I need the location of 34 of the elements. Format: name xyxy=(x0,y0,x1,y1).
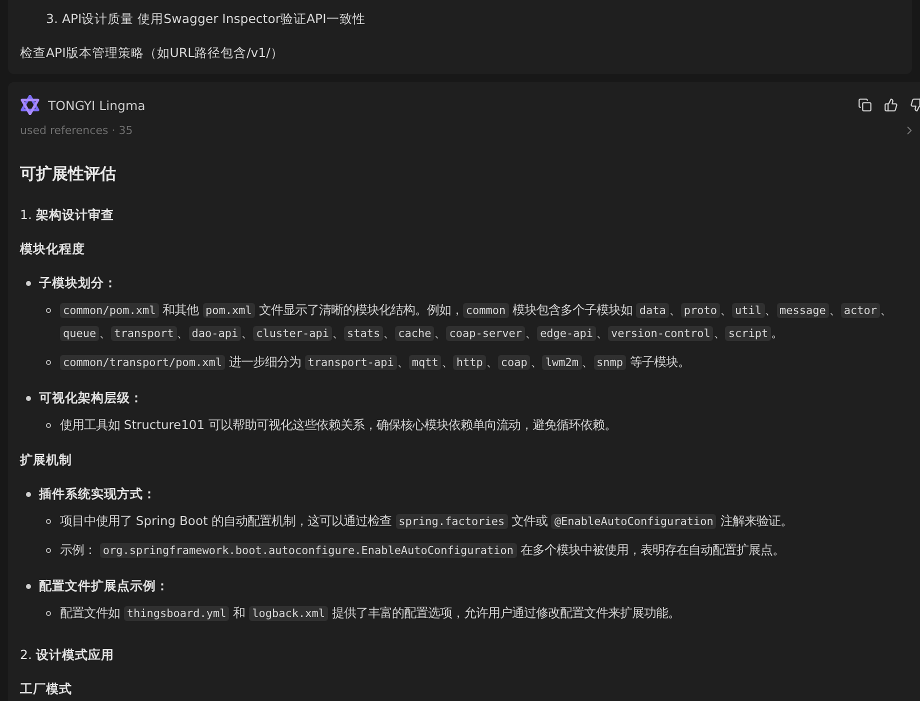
numbered-heading: 1. 架构设计审查 xyxy=(20,206,115,224)
author-name: TONGYI Lingma xyxy=(48,98,146,112)
bullet-icon xyxy=(26,396,31,400)
thumbs-up-button[interactable] xyxy=(882,96,900,114)
list-paragraph: 配置文件如 thingsboard.yml 和 logback.xml 提供了丰富的配置选项，允许用户通过修改配置文件来扩展功能。 xyxy=(60,605,681,623)
list-paragraph: 项目中使用了 Spring Boot 的自动配置机制，这可以通过检查 spring.factories 文件或 @EnableAutoConfiguration 注解来验证。 xyxy=(60,513,794,531)
copy-button[interactable] xyxy=(856,96,874,114)
section-heading: 可扩展性评估 xyxy=(20,163,117,185)
paragraph: 检查API版本管理策略（如URL路径包含/v1/） xyxy=(20,44,284,62)
subheading: 模块化程度 xyxy=(20,240,86,258)
numbered-heading: 2. 设计模式应用 xyxy=(20,646,115,664)
bullet-label: 插件系统实现方式： xyxy=(39,485,156,503)
circle-bullet-icon xyxy=(46,548,51,552)
bullet-icon xyxy=(26,280,31,286)
bullet-label: 可视化架构层级： xyxy=(39,389,143,407)
bullet-label: 子模块划分： xyxy=(39,274,117,292)
list-paragraph: 使用工具如 Structure101 可以帮助可视化这些依赖关系，确保核心模块依赖单向流动，避免循环依赖。 xyxy=(60,417,618,434)
list-paragraph: common/transport/pom.xml 进一步细分为 transport-api 、 mqtt 、 http 、 coap 、 lwm2m 、 snmp 等子模块。 xyxy=(60,351,908,374)
circle-bullet-icon xyxy=(46,422,51,428)
logo-icon xyxy=(20,95,40,115)
bullet-icon xyxy=(26,584,31,588)
bullet-icon xyxy=(26,492,31,496)
references-link[interactable]: used references · 35 xyxy=(20,124,133,137)
circle-bullet-icon xyxy=(46,518,51,524)
list-number: 3. xyxy=(46,10,58,28)
subheading: 扩展机制 xyxy=(20,451,73,469)
list-item-text: API设计质量 使用Swagger Inspector验证API一致性 xyxy=(62,10,366,28)
list-paragraph: 示例： org.springframework.boot.autoconfigure.EnableAutoConfiguration 在多个模块中被使用，表明存在自动配置扩展点。 xyxy=(60,542,786,560)
list-paragraph: common/pom.xml 和其他 pom.xml 文件显示了清晰的模块化结构。例如， common 模块包含多个子模块如 data 、 proto 、 util 、 message 、 actor 、 queue 、 transport 、 dao-api 、 cluster-api 、 stats 、 cache 、 coap-server 、 edge-api 、 version-control 、 script 。 xyxy=(60,299,908,345)
circle-bullet-icon xyxy=(46,308,51,312)
circle-bullet-icon xyxy=(46,360,51,364)
circle-bullet-icon xyxy=(46,610,51,616)
subheading: 工厂模式 xyxy=(20,680,73,698)
bullet-label: 配置文件扩展点示例： xyxy=(39,577,169,595)
